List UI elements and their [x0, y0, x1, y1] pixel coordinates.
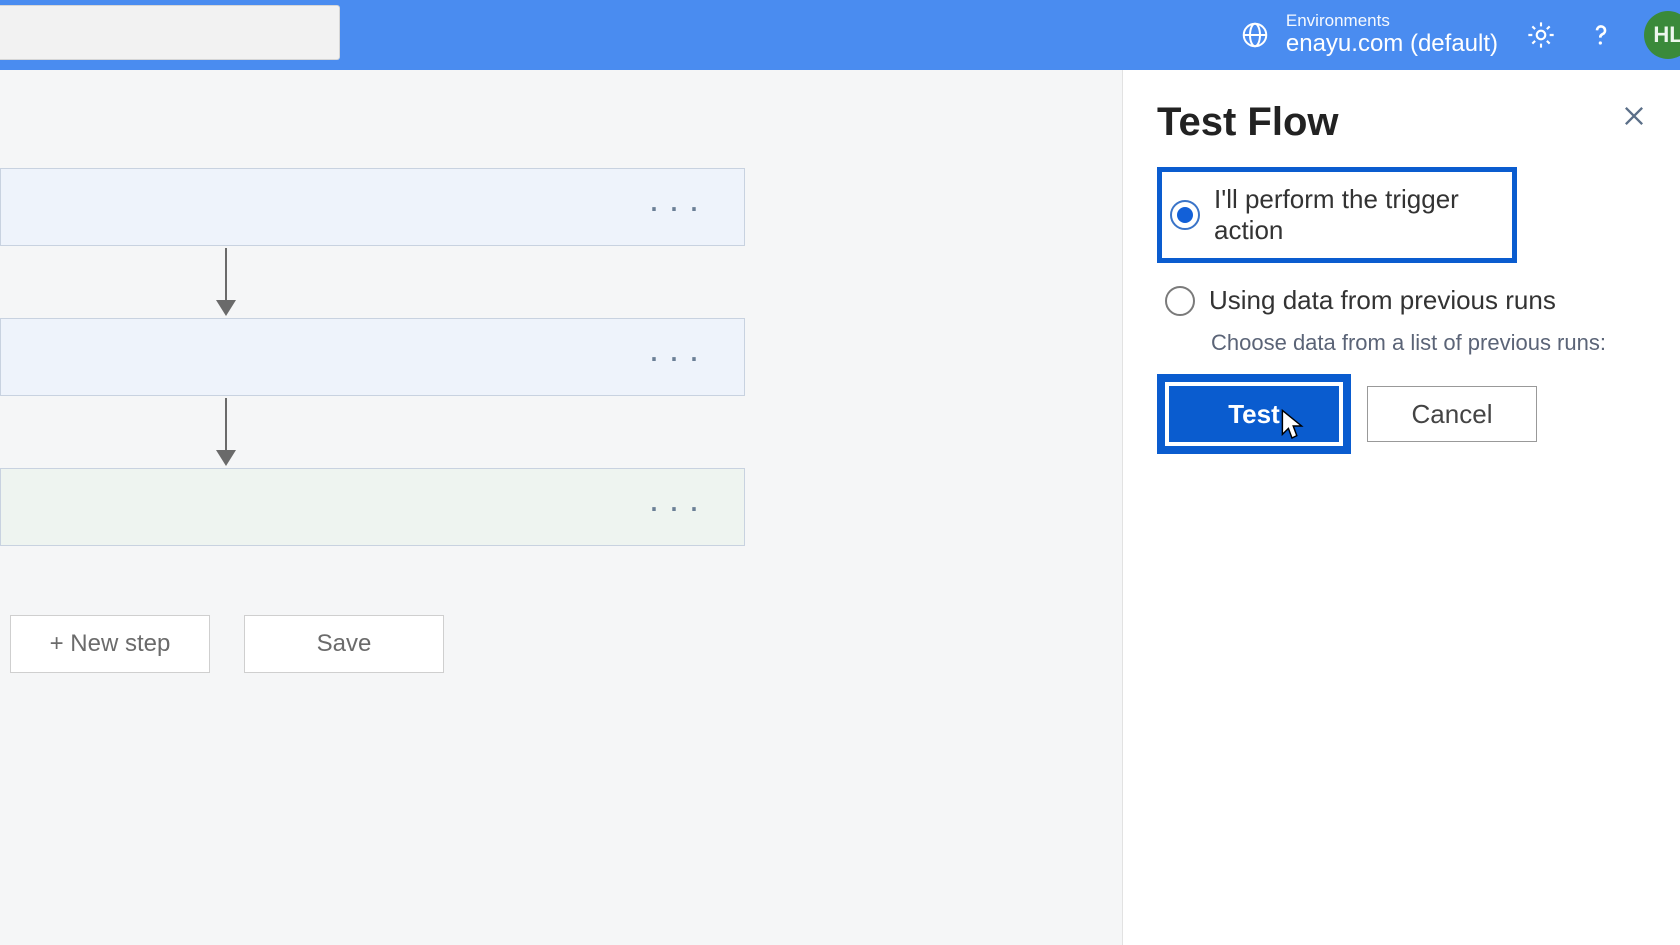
test-button-label: Test — [1228, 399, 1280, 430]
panel-buttons: Test Cancel — [1157, 374, 1646, 454]
top-bar-right: Environments enayu.com (default) HL — [1238, 0, 1680, 70]
option-manual-label: I'll perform the trigger action — [1214, 184, 1504, 246]
close-icon[interactable] — [1618, 100, 1650, 132]
flow-canvas: ··· ··· ··· + New step Save — [0, 70, 1122, 945]
top-bar: Environments enayu.com (default) HL — [0, 0, 1680, 70]
save-button[interactable]: Save — [244, 615, 444, 673]
test-options: I'll perform the trigger action Using da… — [1157, 167, 1646, 356]
new-step-button[interactable]: + New step — [10, 615, 210, 673]
option-previous-subtext: Choose data from a list of previous runs… — [1211, 330, 1646, 356]
option-previous-runs[interactable]: Using data from previous runs — [1157, 273, 1646, 328]
cursor-icon — [1277, 408, 1307, 444]
cancel-button[interactable]: Cancel — [1367, 386, 1537, 442]
avatar[interactable]: HL — [1644, 11, 1680, 59]
environment-name: enayu.com (default) — [1286, 31, 1498, 57]
globe-icon — [1238, 18, 1272, 52]
canvas-footer: + New step Save — [10, 615, 444, 673]
flow-step[interactable]: ··· — [0, 318, 745, 396]
radio-selected-icon — [1170, 200, 1200, 230]
gear-icon[interactable] — [1524, 18, 1558, 52]
arrow-icon — [225, 398, 227, 464]
option-previous-label: Using data from previous runs — [1209, 285, 1556, 316]
flow-step[interactable]: ··· — [0, 468, 745, 546]
flow-name-input[interactable] — [0, 5, 340, 60]
test-button-highlight: Test — [1157, 374, 1351, 454]
radio-unselected-icon — [1165, 286, 1195, 316]
cancel-button-label: Cancel — [1412, 399, 1493, 430]
avatar-initials: HL — [1653, 22, 1680, 48]
environment-selector[interactable]: Environments enayu.com (default) — [1238, 12, 1498, 57]
flow-step[interactable]: ··· — [0, 168, 745, 246]
test-button[interactable]: Test — [1169, 386, 1339, 442]
environments-label: Environments — [1286, 12, 1498, 31]
test-flow-panel: Test Flow I'll perform the trigger actio… — [1122, 70, 1680, 945]
option-manual-trigger[interactable]: I'll perform the trigger action — [1157, 167, 1517, 263]
help-icon[interactable] — [1584, 18, 1618, 52]
panel-title: Test Flow — [1157, 100, 1646, 145]
arrow-icon — [225, 248, 227, 314]
